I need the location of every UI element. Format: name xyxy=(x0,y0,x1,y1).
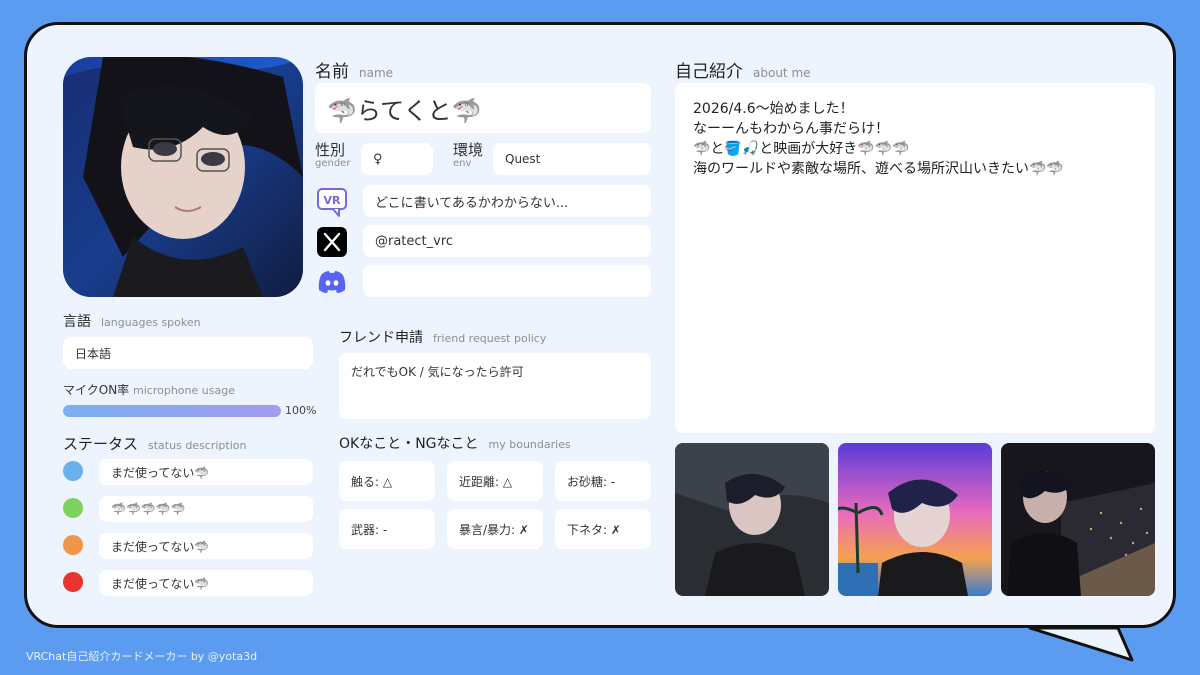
about-heading: 自己紹介 about me xyxy=(675,57,811,82)
boundary-violence: 暴言/暴力: ✗ xyxy=(447,509,543,549)
name-sub-label: name xyxy=(359,66,394,80)
languages-label: 言語 xyxy=(63,314,91,330)
status-sub-label: status description xyxy=(148,439,247,452)
boundary-lewd: 下ネタ: ✗ xyxy=(555,509,651,549)
name-heading: 名前 name xyxy=(315,57,393,82)
x-logo-icon xyxy=(315,225,349,259)
boundaries-heading: OKなこと・NGなこと my boundaries xyxy=(339,433,571,453)
mic-usage-bar xyxy=(63,405,281,417)
status-field-2: 🦈🦈🦈🦈🦈 xyxy=(99,496,313,522)
name-field: 🦈らてくと🦈 xyxy=(315,83,651,133)
mic-usage-fill xyxy=(63,405,281,417)
boundaries-sub-label: my boundaries xyxy=(488,438,571,451)
status-dot-green xyxy=(63,498,83,518)
env-sub-label: env xyxy=(453,158,472,169)
svg-text:VR: VR xyxy=(324,194,342,207)
about-sub-label: about me xyxy=(753,66,811,80)
languages-field: 日本語 xyxy=(63,337,313,369)
vrchat-id-field: どこに書いてあるかわからない... xyxy=(363,185,651,217)
env-heading: 環境 env xyxy=(453,143,483,171)
mic-sub-label: microphone usage xyxy=(133,384,235,397)
profile-card: 名前 name 🦈らてくと🦈 性別 gender ♀ 環境 env Quest … xyxy=(24,22,1176,628)
friend-policy-field: だれでもOK / 気になったら許可 xyxy=(339,353,651,419)
languages-sub-label: languages spoken xyxy=(101,316,201,329)
status-heading: ステータス status description xyxy=(63,433,246,454)
friend-label: フレンド申請 xyxy=(339,330,423,346)
discord-icon xyxy=(315,265,349,299)
env-label: 環境 xyxy=(453,141,484,159)
gender-sub-label: gender xyxy=(315,158,351,169)
gender-field: ♀ xyxy=(361,143,433,175)
about-text-box: 2026/4.6〜始めました！ なーーんもわからん事だらけ！ 🦈と🪣🎣と映画が大… xyxy=(675,83,1155,433)
discord-field xyxy=(363,265,651,297)
about-line: 🦈と🪣🎣と映画が大好き🦈🦈🦈 xyxy=(693,141,910,157)
gender-label: 性別 xyxy=(315,141,346,159)
mic-heading: マイクON率 microphone usage xyxy=(63,381,235,398)
friend-sub-label: friend request policy xyxy=(433,332,547,345)
x-account-field: @ratect_vrc xyxy=(363,225,651,257)
boundary-sugar: お砂糖: - xyxy=(555,461,651,501)
gender-heading: 性別 gender xyxy=(315,143,350,171)
gallery-photo-3 xyxy=(1001,443,1155,596)
about-line: なーーんもわからん事だらけ！ xyxy=(693,121,889,137)
status-field-4: まだ使ってない🦈 xyxy=(99,570,313,596)
mic-label: マイクON率 xyxy=(63,383,130,397)
avatar-image xyxy=(63,57,303,297)
boundary-close-distance: 近距離: △ xyxy=(447,461,543,501)
env-field: Quest xyxy=(493,143,651,175)
gallery-photo-1 xyxy=(675,443,829,596)
status-dot-red xyxy=(63,572,83,592)
mic-percent: 100% xyxy=(285,404,317,417)
languages-heading: 言語 languages spoken xyxy=(63,311,201,331)
about-line: 2026/4.6〜始めました！ xyxy=(693,101,854,117)
footer-credit: VRChat自己紹介カードメーカー by @yota3d xyxy=(26,650,258,663)
friend-heading: フレンド申請 friend request policy xyxy=(339,327,546,347)
avatar-photo xyxy=(63,57,303,297)
vrchat-icon: VR xyxy=(315,185,349,219)
boundaries-label: OKなこと・NGなこと xyxy=(339,436,479,452)
about-label: 自己紹介 xyxy=(675,62,743,82)
status-dot-blue xyxy=(63,461,83,481)
status-label: ステータス xyxy=(63,435,139,453)
status-field-1: まだ使ってない🦈 xyxy=(99,459,313,485)
about-line: 海のワールドや素敵な場所、遊べる場所沢山いきたい🦈🦈 xyxy=(693,161,1064,177)
name-label: 名前 xyxy=(315,62,349,82)
boundary-touch: 触る: △ xyxy=(339,461,435,501)
boundary-weapons: 武器: - xyxy=(339,509,435,549)
status-dot-orange xyxy=(63,535,83,555)
gallery-photo-2 xyxy=(838,443,992,596)
status-field-3: まだ使ってない🦈 xyxy=(99,533,313,559)
